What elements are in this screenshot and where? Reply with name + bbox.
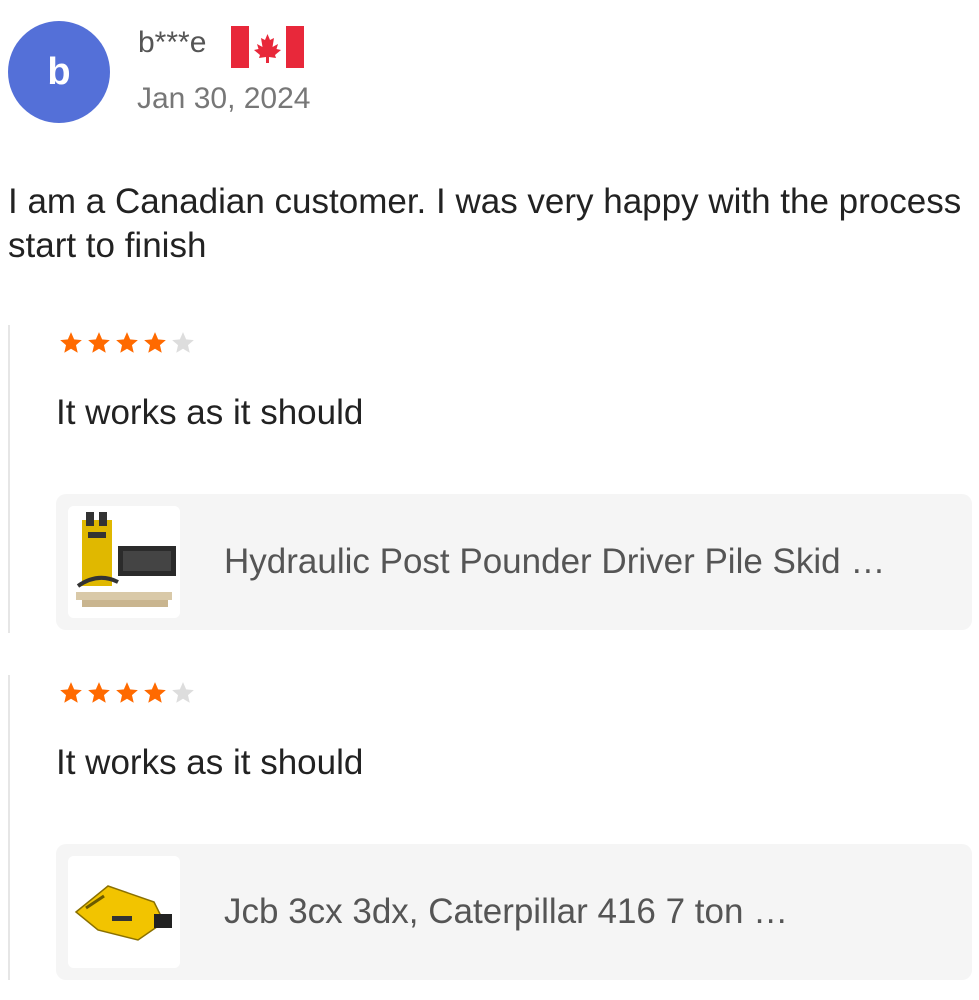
- product-card[interactable]: Jcb 3cx 3dx, Caterpillar 416 7 ton …: [56, 844, 972, 980]
- item-review: It works as it should Hydraulic Post Pou…: [8, 325, 976, 633]
- avatar[interactable]: b: [8, 21, 110, 123]
- star-filled-icon: [116, 682, 138, 703]
- star-filled-icon: [88, 332, 110, 353]
- item-review: It works as it should Jcb 3cx 3dx, Cater…: [8, 675, 976, 980]
- item-review-text: It works as it should: [56, 743, 364, 782]
- star-filled-icon: [60, 682, 82, 703]
- star-rating: [58, 330, 196, 356]
- hydraulic-breaker-product-icon[interactable]: [68, 856, 180, 968]
- product-title[interactable]: Jcb 3cx 3dx, Caterpillar 416 7 ton …: [224, 844, 788, 980]
- star-filled-icon: [60, 332, 82, 353]
- item-review-text: It works as it should: [56, 393, 364, 432]
- star-filled-icon: [144, 332, 166, 353]
- product-card[interactable]: Hydraulic Post Pounder Driver Pile Skid …: [56, 494, 972, 630]
- review-text: I am a Canadian customer. I was very hap…: [8, 182, 962, 265]
- star-filled-icon: [144, 682, 166, 703]
- review-date: Jan 30, 2024: [137, 82, 311, 115]
- product-title[interactable]: Hydraulic Post Pounder Driver Pile Skid …: [224, 494, 885, 630]
- star-filled-icon: [88, 682, 110, 703]
- canada-flag-icon: [231, 26, 304, 68]
- star-empty-icon: [172, 682, 194, 703]
- star-empty-icon: [172, 332, 194, 353]
- star-rating: [58, 680, 196, 706]
- reviewer-name: b***e: [138, 26, 207, 59]
- star-filled-icon: [116, 332, 138, 353]
- post-pounder-product-icon[interactable]: [68, 506, 180, 618]
